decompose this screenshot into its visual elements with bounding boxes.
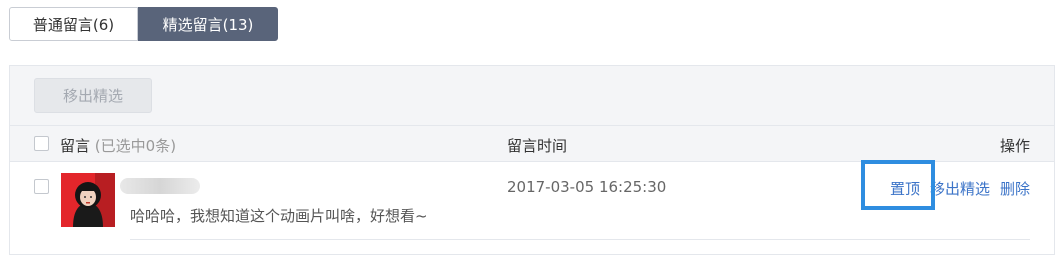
header-time: 留言时间 <box>507 137 568 155</box>
toolbar: 移出精选 <box>10 66 1054 125</box>
tab-bar: 普通留言(6) 精选留言(13) <box>9 7 278 41</box>
header-comment-text: 留言 <box>60 137 91 155</box>
delete-link[interactable]: 删除 <box>1000 178 1030 199</box>
row-divider <box>130 239 1030 240</box>
header-selected-count: (已选中0条) <box>94 137 177 155</box>
select-all-checkbox[interactable] <box>34 136 49 151</box>
header-comment-label: 留言 (已选中0条) <box>60 135 176 156</box>
tab-normal-comments[interactable]: 普通留言(6) <box>9 7 138 41</box>
avatar-image <box>61 173 115 227</box>
remove-selected-link[interactable]: 移出精选 <box>930 178 990 199</box>
table-header: 留言 (已选中0条) 留言时间 操作 <box>10 125 1054 162</box>
remove-from-selected-button[interactable]: 移出精选 <box>34 78 152 113</box>
pin-highlight-box <box>861 160 935 210</box>
header-actions: 操作 <box>999 137 1030 155</box>
comment-text: 哈哈哈，我想知道这个动画片叫啥，好想看~ <box>130 207 428 225</box>
comment-time: 2017-03-05 16:25:30 <box>507 178 667 196</box>
tab-selected-comments[interactable]: 精选留言(13) <box>138 7 278 41</box>
avatar <box>61 173 115 227</box>
row-checkbox[interactable] <box>34 179 49 194</box>
nickname-blurred <box>120 178 200 194</box>
